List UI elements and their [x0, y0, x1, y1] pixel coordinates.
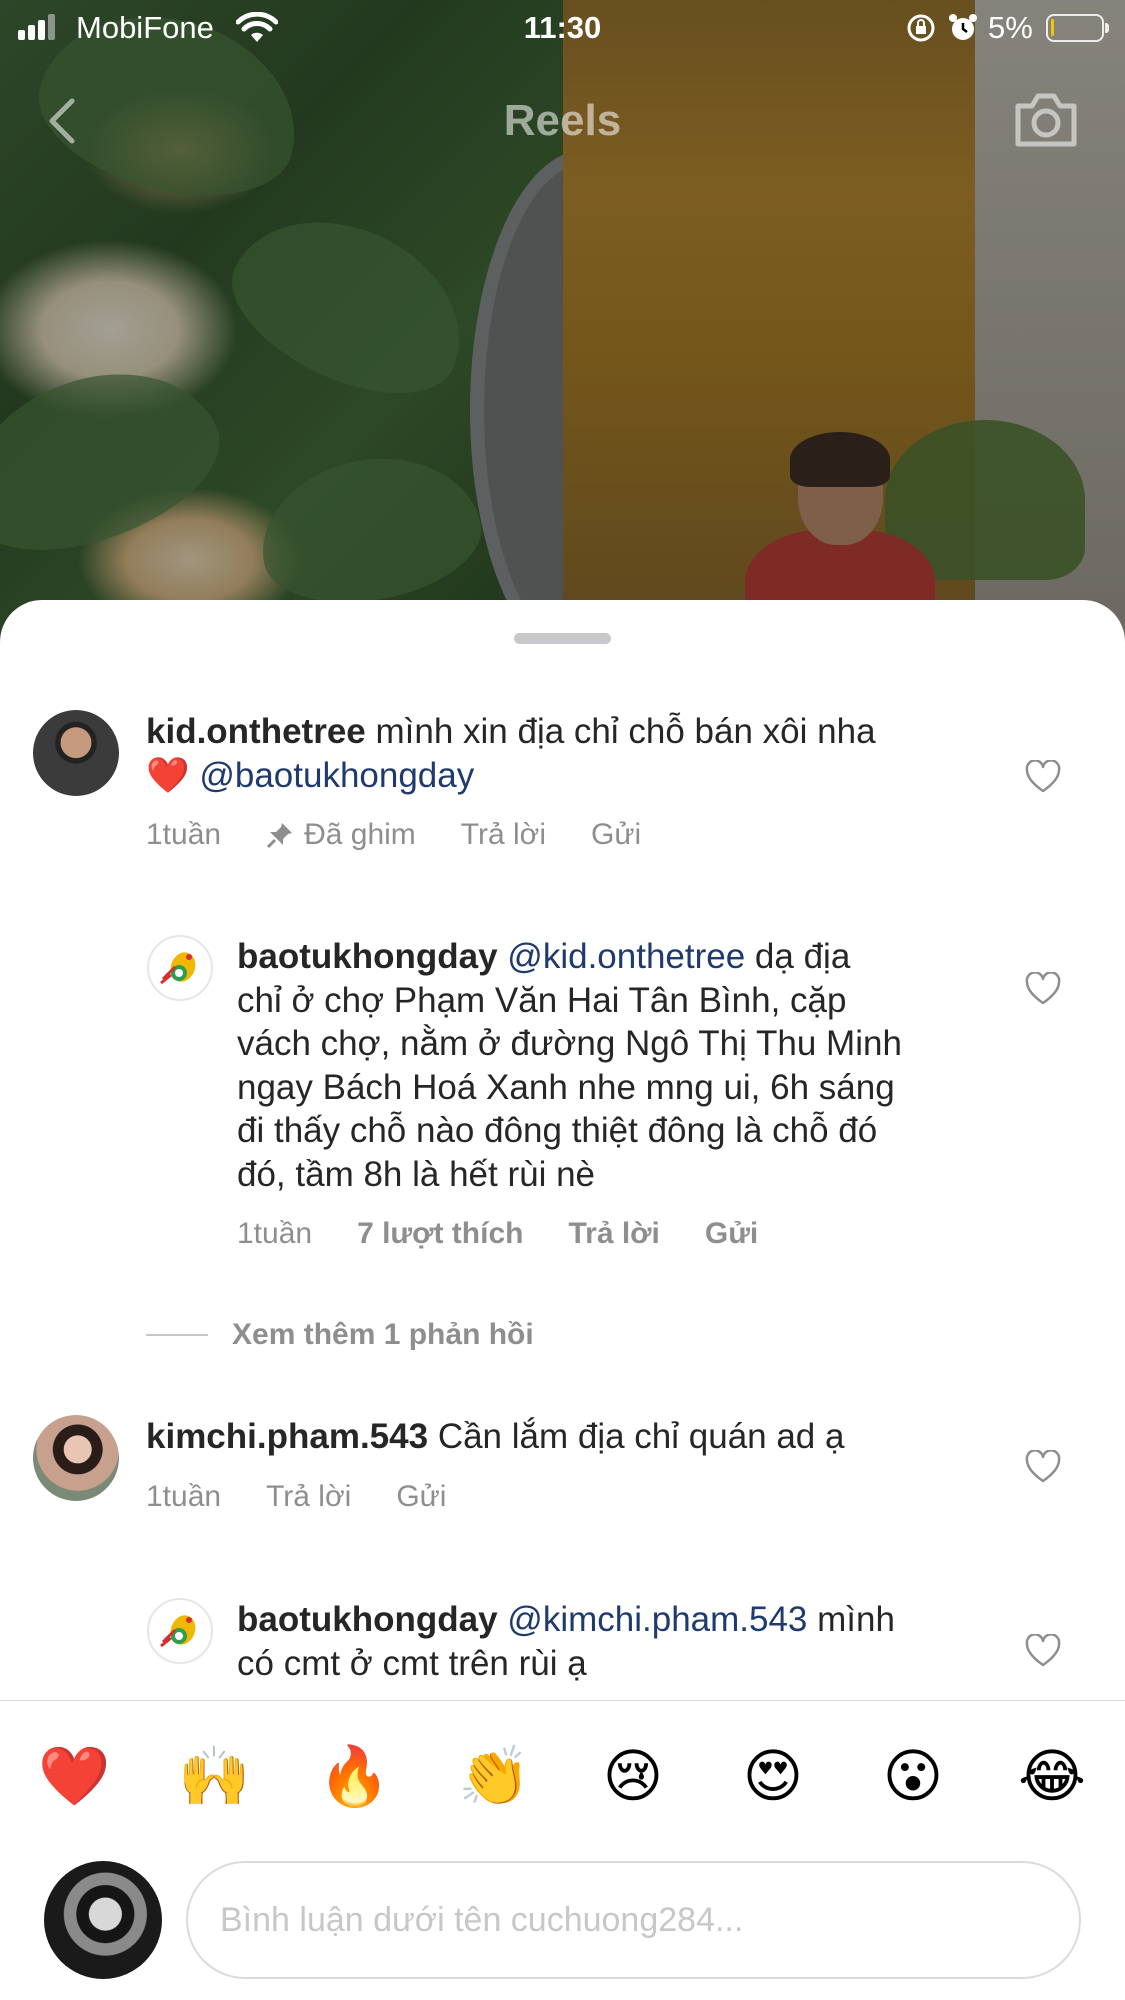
comment-time: 1tuần [237, 1217, 313, 1250]
send-button[interactable]: Gửi [396, 1480, 446, 1514]
comment-text: chỉ ở chợ Phạm Văn Hai Tân Bình, cặp [237, 980, 847, 1020]
brand-logo-icon [160, 1615, 196, 1648]
comment-text: dạ địa [754, 937, 851, 976]
avatar[interactable] [33, 1415, 119, 1501]
pinned-label: Đã ghim [304, 818, 416, 851]
comment-body: kid.onthetree mình xin địa chỉ chỗ bán x… [146, 710, 986, 798]
reply-body: baotukhongday @kid.onthetree dạ địa chỉ … [237, 935, 997, 1196]
fire-emoji-button[interactable]: 🔥 [318, 1741, 390, 1811]
raised-hands-emoji-button[interactable]: 🙌 [178, 1741, 250, 1811]
brand-logo-icon [160, 952, 196, 985]
crying-emoji-button[interactable]: 😢 [598, 1741, 668, 1811]
comment-input-placeholder: Bình luận dưới tên cuchuong284... [220, 1900, 744, 1939]
heart-emoji: ❤️ [146, 755, 190, 796]
like-heart-icon[interactable] [1025, 972, 1061, 1006]
comment-meta: 1tuần Trả lời Gửi [146, 1480, 491, 1514]
comment-text: mình xin địa chỉ chỗ bán xôi nha [375, 712, 876, 751]
laughing-emoji-button[interactable]: 😂 [1017, 1741, 1087, 1811]
reply-button[interactable]: Trả lời [266, 1480, 351, 1514]
comment-username[interactable]: baotukhongday [237, 1600, 498, 1639]
comment-composer-bar: ❤️ 🙌 🔥 👏 😢 😍 😮 😂 Bình luận dưới tên cuch… [0, 1700, 1125, 2000]
sheet-grabber[interactable] [514, 633, 611, 644]
status-bar: MobiFone 11:30 5% [0, 0, 1125, 56]
send-button[interactable]: Gửi [705, 1217, 758, 1251]
battery-level [1051, 19, 1054, 36]
comment-time: 1tuần [146, 818, 222, 851]
avatar[interactable] [147, 935, 213, 1001]
send-button[interactable]: Gửi [591, 818, 641, 852]
current-user-avatar [44, 1861, 162, 1979]
page-title: Reels [503, 96, 622, 145]
reply-button[interactable]: Trả lời [568, 1217, 659, 1251]
comment-mention[interactable]: @baotukhongday [199, 756, 474, 795]
comment-mention[interactable]: @kid.onthetree [507, 937, 745, 976]
comment-time: 1tuần [146, 1480, 222, 1513]
comment-text: mình [817, 1600, 895, 1639]
alarm-icon [949, 14, 977, 40]
like-heart-icon[interactable] [1025, 1450, 1061, 1484]
comment-meta: 1tuần Đã ghim Trả lời Gửi [146, 818, 686, 852]
battery-percent: 5% [988, 10, 1033, 45]
reaction-emoji-row: ❤️ 🙌 🔥 👏 😢 😍 😮 😂 [0, 1701, 1125, 1851]
comment-text: vách chợ, nằm ở đường Ngô Thị Thu Minh [237, 1024, 902, 1063]
like-heart-icon[interactable] [1025, 760, 1061, 794]
comment-text: ngay Bách Hoá Xanh nhe mng ui, 6h sáng [237, 1067, 895, 1107]
reply-body: baotukhongday @kimchi.pham.543 mình có c… [237, 1598, 997, 1685]
reply-button[interactable]: Trả lời [461, 818, 546, 852]
view-more-replies-label: Xem thêm 1 phản hồi [232, 1318, 534, 1351]
comment-text: có cmt ở cmt trên rùi ạ [237, 1643, 587, 1683]
view-more-replies[interactable]: Xem thêm 1 phản hồi [146, 1318, 534, 1352]
comment-input[interactable]: Bình luận dưới tên cuchuong284... [186, 1861, 1081, 1979]
comment-username[interactable]: baotukhongday [237, 937, 498, 976]
comment-text: Cần lắm địa chỉ quán ad ạ [437, 1417, 845, 1456]
comment-username[interactable]: kid.onthetree [146, 712, 366, 751]
likes-count[interactable]: 7 lượt thích [357, 1217, 523, 1251]
rotation-lock-icon [907, 14, 935, 42]
divider [146, 1334, 208, 1336]
pin-icon [267, 823, 293, 849]
camera-icon[interactable] [1012, 90, 1080, 150]
surprised-emoji-button[interactable]: 😮 [878, 1741, 948, 1811]
avatar[interactable] [147, 1598, 213, 1664]
comment-meta: 1tuần 7 lượt thích Trả lời Gửi [237, 1217, 803, 1251]
like-heart-icon[interactable] [1025, 1634, 1061, 1668]
clapping-emoji-button[interactable]: 👏 [458, 1741, 530, 1811]
comment-body: kimchi.pham.543 Cần lắm địa chỉ quán ad … [146, 1415, 986, 1459]
battery-icon [1046, 14, 1109, 42]
comment-text: đi thấy chỗ nào đông thiệt đông là chỗ đ… [237, 1111, 878, 1150]
avatar[interactable] [33, 710, 119, 796]
comment-mention[interactable]: @kimchi.pham.543 [507, 1600, 807, 1639]
comment-text: đó, tầm 8h là hết rùi nè [237, 1154, 595, 1194]
heart-emoji-button[interactable]: ❤️ [38, 1741, 110, 1811]
comment-username[interactable]: kimchi.pham.543 [146, 1417, 428, 1456]
heart-eyes-emoji-button[interactable]: 😍 [738, 1741, 808, 1811]
